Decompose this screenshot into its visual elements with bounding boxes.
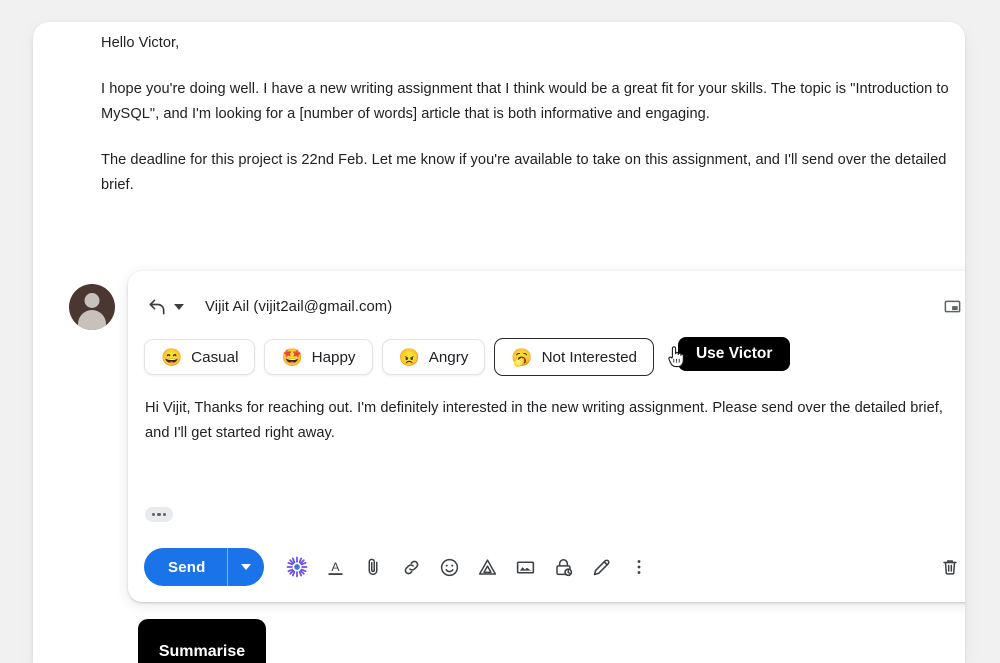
svg-text:A: A	[331, 560, 340, 574]
more-options-glyph	[638, 560, 641, 574]
text-format-icon[interactable]: A	[322, 554, 348, 580]
insert-emoji-glyph	[440, 558, 459, 576]
compose-toolbar: Send A	[128, 543, 965, 591]
popout-window-icon[interactable]	[939, 293, 965, 319]
send-options-dropdown[interactable]	[228, 548, 264, 586]
tone-chip-label: Casual	[191, 348, 239, 366]
original-message-body: Hello Victor, I hope you're doing well. …	[101, 31, 956, 219]
chevron-down-icon	[241, 564, 252, 570]
compose-body-text[interactable]: Hi Vijit, Thanks for reaching out. I'm d…	[145, 396, 965, 446]
toolbar-icon-group: A	[284, 554, 652, 580]
insert-link-glyph	[404, 560, 419, 574]
insert-drive-glyph	[478, 558, 497, 575]
compose-reply-card: Vijit Ail (vijit2ail@gmail.com) 😄 Casual…	[128, 271, 965, 602]
ai-sparkle-glyph	[287, 556, 308, 578]
tone-chip-not-interested[interactable]: 🥱 Not Interested	[494, 338, 654, 376]
use-victor-button[interactable]: Use Victor	[677, 337, 791, 371]
more-options-icon[interactable]	[626, 554, 652, 580]
summarise-button[interactable]: Summarise	[138, 619, 266, 663]
insert-drive-icon[interactable]	[474, 554, 500, 580]
send-button-group: Send	[144, 548, 265, 586]
star-struck-face-icon: 🤩	[281, 347, 303, 367]
insert-emoji-icon[interactable]	[436, 554, 462, 580]
tone-chip-label: Happy	[311, 348, 356, 366]
ellipsis-dot	[157, 512, 161, 517]
email-thread-card: Hello Victor, I hope you're doing well. …	[33, 22, 965, 663]
ellipsis-dot	[163, 512, 167, 517]
insert-photo-glyph	[516, 560, 535, 574]
popout-window-glyph	[944, 300, 960, 312]
insert-signature-glyph	[593, 558, 610, 575]
attach-file-glyph	[368, 558, 378, 576]
chevron-down-icon[interactable]	[174, 304, 184, 310]
avatar-shoulders	[78, 310, 106, 330]
ai-sparkle-icon[interactable]	[284, 554, 310, 580]
trash-icon[interactable]	[937, 554, 963, 580]
insert-signature-icon[interactable]	[588, 554, 614, 580]
tone-chip-label: Angry	[428, 348, 469, 366]
yawning-face-icon: 🥱	[511, 347, 533, 367]
message-paragraph: Hello Victor,	[101, 35, 180, 51]
confidential-mode-icon[interactable]	[550, 554, 576, 580]
tone-chip-angry[interactable]: 😠 Angry	[381, 339, 486, 375]
ellipsis-dot	[151, 512, 155, 517]
avatar	[69, 284, 115, 330]
send-button[interactable]: Send	[144, 548, 227, 586]
tone-chip-label: Not Interested	[541, 348, 637, 366]
attach-file-icon[interactable]	[360, 554, 386, 580]
trash-glyph	[943, 560, 957, 575]
reply-arrow-glyph	[149, 299, 165, 315]
angry-face-icon: 😠	[398, 347, 420, 367]
compose-header: Vijit Ail (vijit2ail@gmail.com)	[128, 291, 965, 323]
message-paragraph: I hope you're doing well. I have a new w…	[101, 81, 949, 122]
recipient-label[interactable]: Vijit Ail (vijit2ail@gmail.com)	[205, 299, 392, 315]
grinning-face-icon: 😄	[161, 347, 183, 367]
tone-chip-casual[interactable]: 😄 Casual	[144, 339, 256, 375]
insert-link-icon[interactable]	[398, 554, 424, 580]
reply-arrow-icon[interactable]	[146, 296, 168, 318]
show-trimmed-content-button[interactable]	[145, 507, 173, 522]
tone-chip-happy[interactable]: 🤩 Happy	[264, 339, 373, 375]
avatar-head	[84, 293, 100, 308]
insert-photo-icon[interactable]	[512, 554, 538, 580]
text-format-glyph: A	[328, 560, 343, 575]
confidential-mode-glyph	[556, 558, 573, 576]
message-paragraph: The deadline for this project is 22nd Fe…	[101, 152, 947, 193]
tone-selector-row: 😄 Casual 🤩 Happy 😠 Angry 🥱 Not Intereste…	[144, 337, 791, 376]
